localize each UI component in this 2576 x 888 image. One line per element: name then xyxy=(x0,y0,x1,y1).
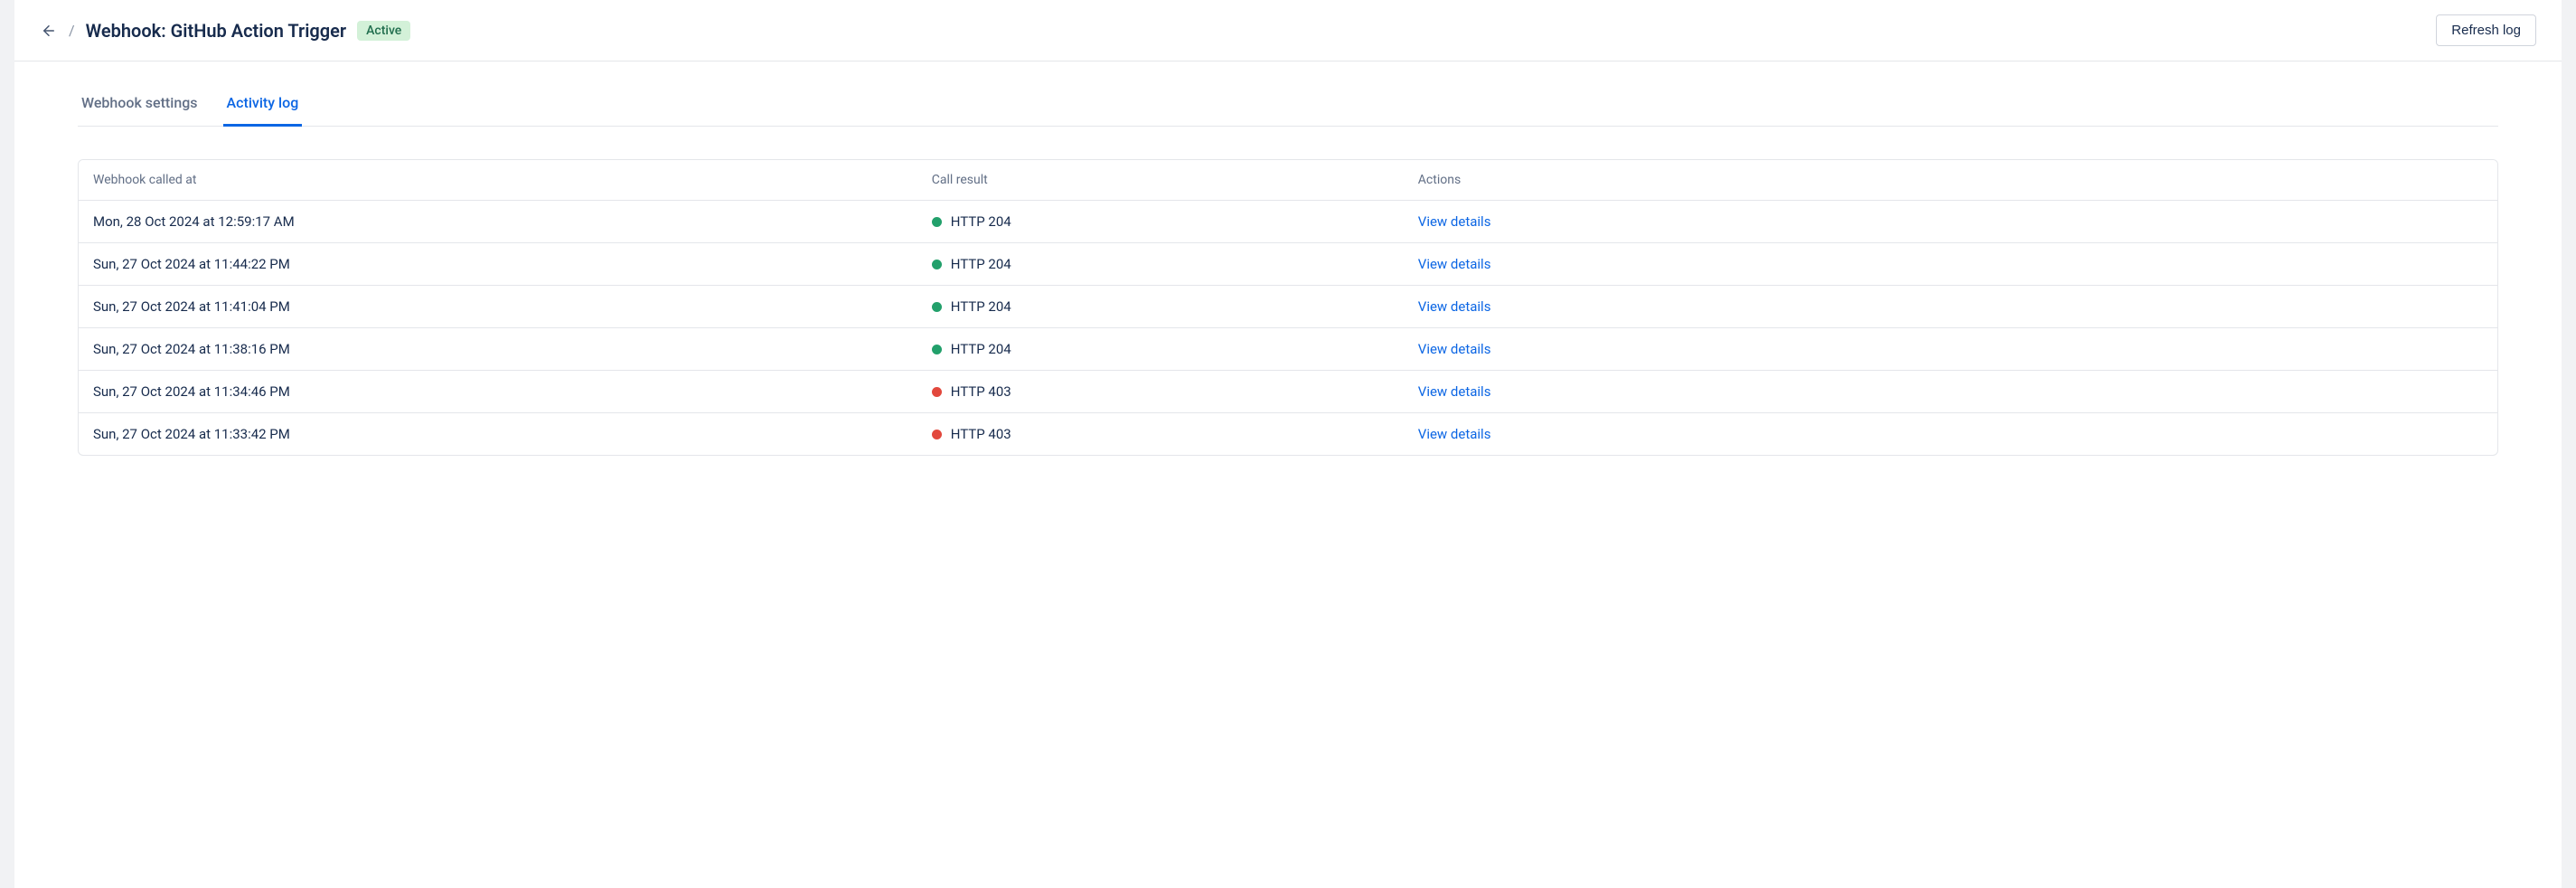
status-dot-icon xyxy=(932,302,942,312)
cell-result: HTTP 403 xyxy=(932,383,1418,400)
status-dot-icon xyxy=(932,217,942,227)
header-bar: / Webhook: GitHub Action Trigger Active … xyxy=(14,0,2562,61)
breadcrumb-separator: / xyxy=(69,22,75,39)
result-text: HTTP 204 xyxy=(951,213,1011,230)
result-text: HTTP 403 xyxy=(951,383,1011,400)
view-details-link[interactable]: View details xyxy=(1418,341,1491,357)
header-left: / Webhook: GitHub Action Trigger Active xyxy=(40,20,410,42)
refresh-log-button[interactable]: Refresh log xyxy=(2436,14,2536,46)
table-row: Mon, 28 Oct 2024 at 12:59:17 AM HTTP 204… xyxy=(79,201,2497,243)
cell-actions: View details xyxy=(1418,426,2483,442)
table-row: Sun, 27 Oct 2024 at 11:41:04 PM HTTP 204… xyxy=(79,286,2497,328)
view-details-link[interactable]: View details xyxy=(1418,298,1491,315)
table-row: Sun, 27 Oct 2024 at 11:33:42 PM HTTP 403… xyxy=(79,413,2497,455)
cell-actions: View details xyxy=(1418,298,2483,315)
cell-result: HTTP 204 xyxy=(932,341,1418,357)
status-dot-icon xyxy=(932,387,942,397)
column-header-result: Call result xyxy=(932,173,1418,187)
result-text: HTTP 403 xyxy=(951,426,1011,442)
table-header: Webhook called at Call result Actions xyxy=(79,160,2497,201)
back-arrow-icon[interactable] xyxy=(40,22,58,40)
status-dot-icon xyxy=(932,430,942,439)
cell-actions: View details xyxy=(1418,256,2483,272)
result-text: HTTP 204 xyxy=(951,298,1011,315)
cell-actions: View details xyxy=(1418,383,2483,400)
cell-timestamp: Sun, 27 Oct 2024 at 11:44:22 PM xyxy=(93,256,932,272)
view-details-link[interactable]: View details xyxy=(1418,256,1491,272)
activity-log-table: Webhook called at Call result Actions Mo… xyxy=(78,159,2498,456)
page-title: Webhook: GitHub Action Trigger xyxy=(86,20,347,42)
result-text: HTTP 204 xyxy=(951,341,1011,357)
column-header-timestamp: Webhook called at xyxy=(93,173,932,187)
cell-actions: View details xyxy=(1418,341,2483,357)
cell-result: HTTP 204 xyxy=(932,298,1418,315)
tabs: Webhook settings Activity log xyxy=(78,61,2498,127)
table-row: Sun, 27 Oct 2024 at 11:34:46 PM HTTP 403… xyxy=(79,371,2497,413)
cell-timestamp: Sun, 27 Oct 2024 at 11:41:04 PM xyxy=(93,298,932,315)
result-text: HTTP 204 xyxy=(951,256,1011,272)
cell-result: HTTP 204 xyxy=(932,213,1418,230)
table-row: Sun, 27 Oct 2024 at 11:44:22 PM HTTP 204… xyxy=(79,243,2497,286)
cell-timestamp: Mon, 28 Oct 2024 at 12:59:17 AM xyxy=(93,213,932,230)
content-area: Webhook settings Activity log Webhook ca… xyxy=(14,61,2562,456)
status-dot-icon xyxy=(932,345,942,354)
status-badge: Active xyxy=(357,21,410,41)
status-dot-icon xyxy=(932,260,942,269)
table-row: Sun, 27 Oct 2024 at 11:38:16 PM HTTP 204… xyxy=(79,328,2497,371)
view-details-link[interactable]: View details xyxy=(1418,213,1491,230)
tab-activity-log[interactable]: Activity log xyxy=(223,87,303,127)
cell-result: HTTP 204 xyxy=(932,256,1418,272)
cell-timestamp: Sun, 27 Oct 2024 at 11:33:42 PM xyxy=(93,426,932,442)
cell-actions: View details xyxy=(1418,213,2483,230)
column-header-actions: Actions xyxy=(1418,173,2483,187)
view-details-link[interactable]: View details xyxy=(1418,426,1491,442)
cell-result: HTTP 403 xyxy=(932,426,1418,442)
cell-timestamp: Sun, 27 Oct 2024 at 11:34:46 PM xyxy=(93,383,932,400)
tab-webhook-settings[interactable]: Webhook settings xyxy=(78,87,202,127)
cell-timestamp: Sun, 27 Oct 2024 at 11:38:16 PM xyxy=(93,341,932,357)
view-details-link[interactable]: View details xyxy=(1418,383,1491,400)
